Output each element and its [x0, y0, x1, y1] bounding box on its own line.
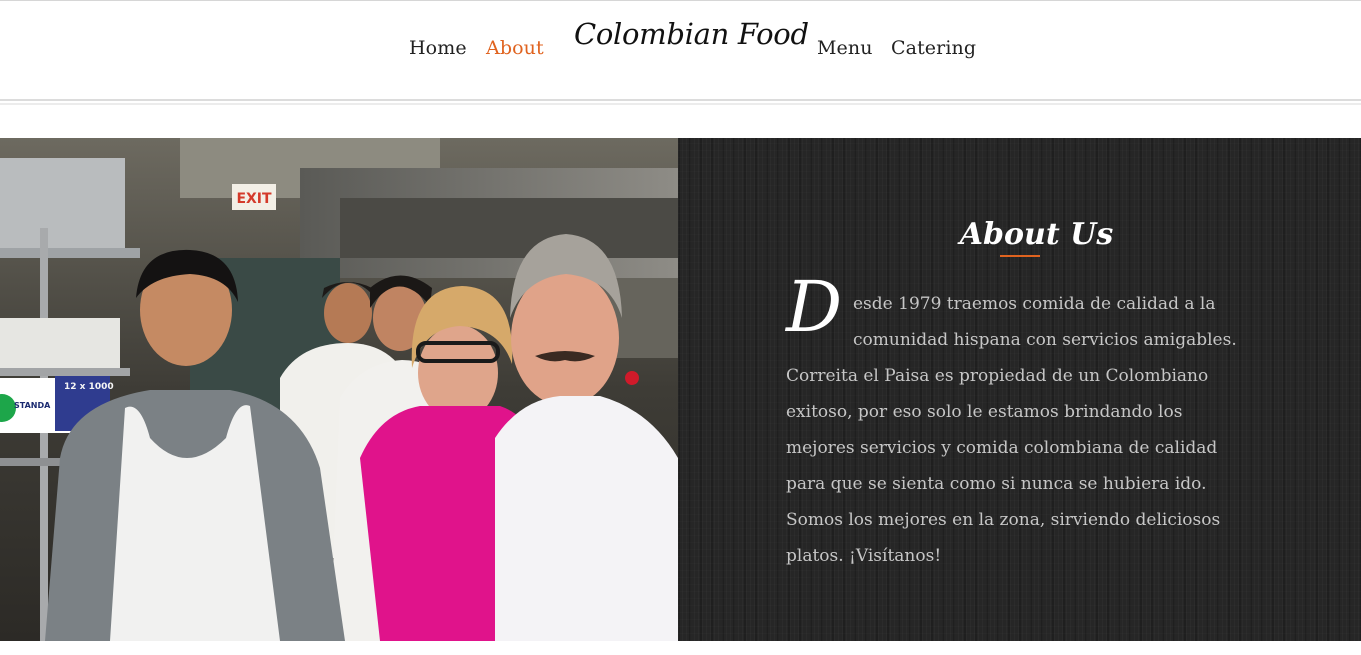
site-logo-title[interactable]: Colombian Food: [574, 17, 809, 51]
about-heading: About Us: [959, 216, 1114, 252]
team-photo: EXIT STANDA 12 x 1000: [0, 138, 678, 641]
nav-link-home[interactable]: Home: [409, 37, 467, 59]
nav-link-catering[interactable]: Catering: [891, 37, 976, 59]
about-paragraph: esde 1979 traemos comida de calidad a la…: [786, 294, 1237, 566]
nav-link-menu[interactable]: Menu: [817, 37, 873, 59]
header-divider: [0, 99, 1361, 101]
heading-accent-rule: [1000, 255, 1040, 257]
box-label: STANDA: [14, 401, 51, 410]
about-body-text: esde 1979 traemos comida de calidad a la…: [786, 286, 1256, 574]
header-divider-shadow: [0, 103, 1361, 105]
box-count: 12 x 1000: [64, 382, 114, 392]
drop-cap-spacer: [786, 286, 853, 354]
about-panel: About Us D esde 1979 traemos comida de c…: [678, 138, 1361, 641]
site-header: Home About Colombian Food Menu Catering: [0, 1, 1361, 99]
nav-link-about[interactable]: About: [486, 37, 544, 59]
exit-sign: EXIT: [236, 191, 272, 207]
